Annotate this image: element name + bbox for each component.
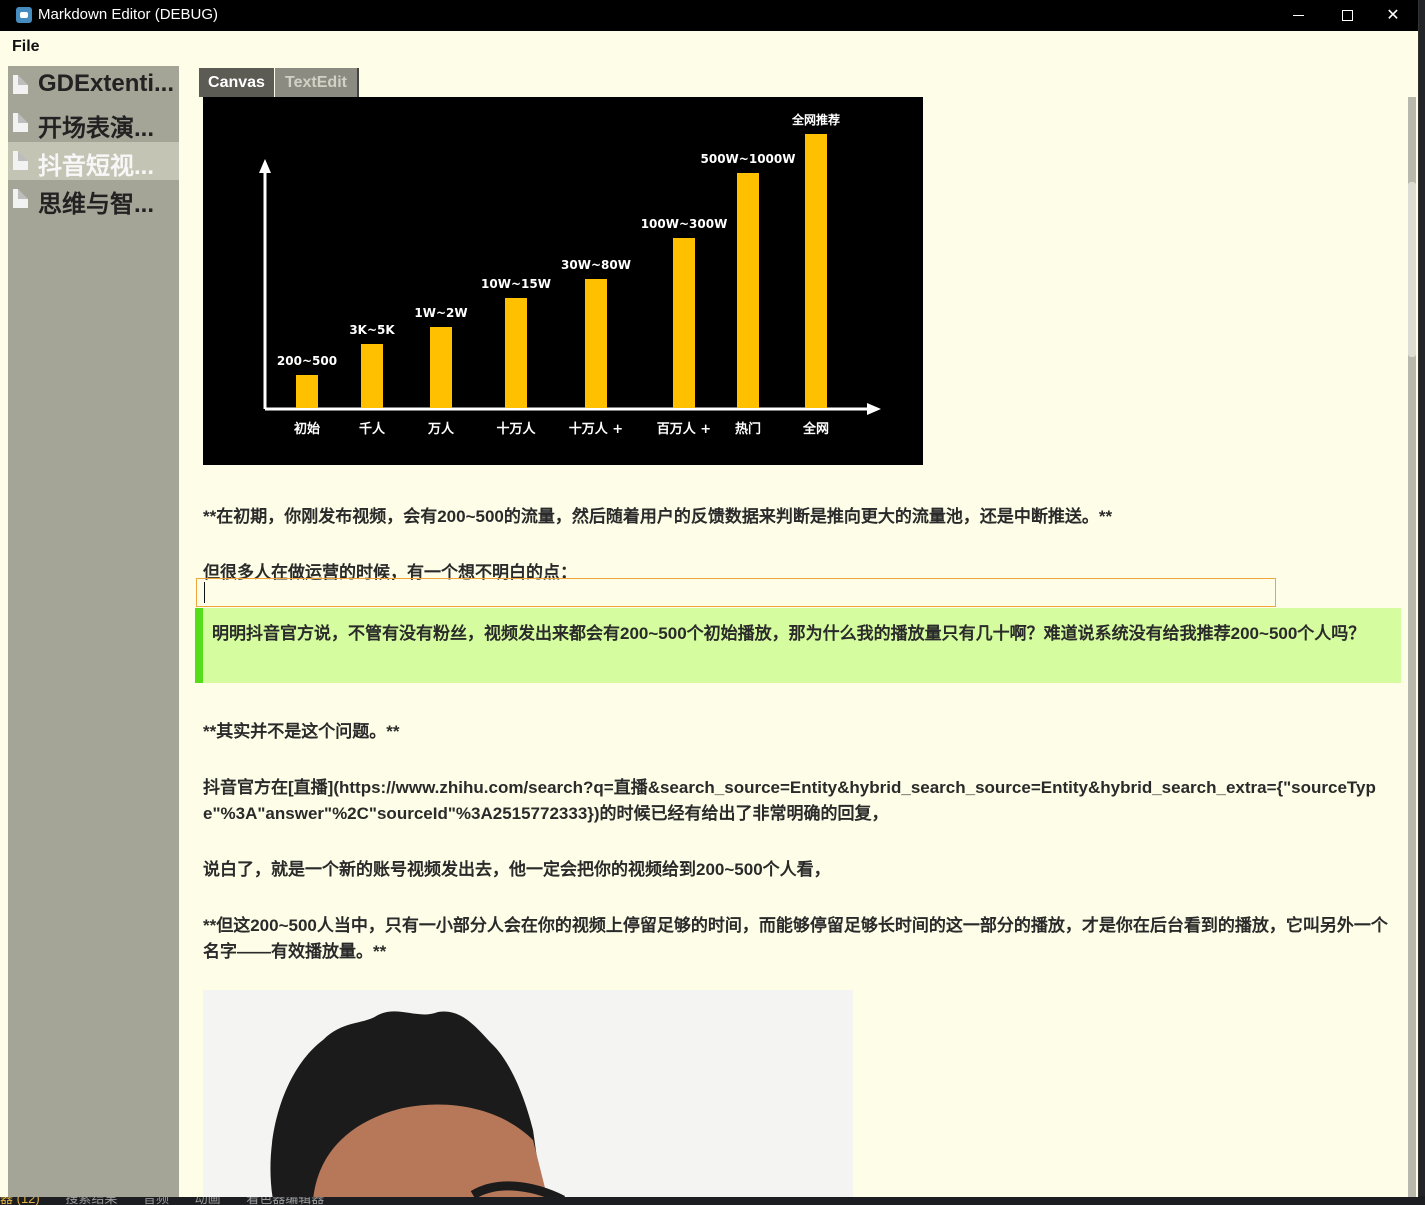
blockquote-text: 明明抖音官方说，不管有没有粉丝，视频发出来都会有200~500个初始播放，那为什… — [212, 624, 1366, 643]
traffic-pool-chart: 200~500 初始 3K~5K 千人 1W~2W 万人 10W~15W 十万人 30W~80W… — [203, 97, 923, 465]
paragraph: **其实并不是这个问题。** — [203, 722, 400, 741]
file-label: 开场表演... — [38, 115, 155, 142]
markdown-canvas[interactable]: 200~500 初始 3K~5K 千人 1W~2W 万人 10W~15W 十万人 30W~80W… — [179, 97, 1405, 1197]
bar-data-label: 500W~1000W — [701, 152, 796, 166]
chart-bar — [361, 344, 383, 408]
bar-data-label: 1W~2W — [414, 306, 467, 320]
chart-svg: 200~500 初始 3K~5K 千人 1W~2W 万人 10W~15W 十万人 30W~80W… — [259, 112, 881, 437]
menu-file[interactable]: File — [12, 38, 40, 56]
chart-bar — [673, 238, 695, 408]
x-tick-label: 十万人 + — [569, 421, 623, 437]
menu-bar: File — [0, 31, 1418, 63]
file-label: GDExtenti... — [38, 70, 175, 97]
y-axis-arrow — [259, 159, 271, 173]
x-tick-label: 十万人 — [496, 421, 536, 437]
tab-canvas[interactable]: Canvas — [199, 68, 274, 97]
file-label: 抖音短视... — [38, 153, 155, 180]
taskbar-item[interactable]: 着色器编辑器 — [246, 1196, 324, 1205]
chart-bar — [737, 173, 759, 408]
vertical-scrollbar[interactable] — [1408, 97, 1416, 1197]
taskbar-item[interactable]: 音频 — [143, 1196, 169, 1205]
chart-bar — [430, 327, 452, 408]
paragraph: 抖音官方在[直播](https://www.zhihu.com/search?q… — [203, 778, 1376, 823]
paragraph: 说白了，就是一个新的账号视频发出去，他一定会把你的视频给到200~500个人看， — [203, 860, 831, 879]
godot-app-icon — [16, 7, 32, 23]
window-title: Markdown Editor (DEBUG) — [38, 6, 219, 23]
chart-bar — [585, 279, 607, 408]
taskbar-item[interactable]: 动画 — [195, 1196, 221, 1205]
file-item[interactable]: GDExtenti... — [8, 66, 179, 104]
file-label: 思维与智... — [38, 191, 155, 218]
x-tick-label: 全网 — [802, 421, 829, 437]
cartoon-portrait-image — [203, 990, 853, 1197]
x-tick-label: 初始 — [294, 421, 320, 437]
editing-line-cursor[interactable] — [196, 578, 1276, 607]
file-icon — [13, 113, 28, 132]
file-item[interactable]: 思维与智... — [8, 180, 179, 218]
paragraph: 但很多人在做运营的时候，有一个想不明白的点： — [203, 563, 577, 580]
chart-bar — [805, 134, 827, 408]
bar-data-label: 30W~80W — [561, 258, 631, 272]
file-icon — [13, 189, 28, 208]
file-item-selected[interactable]: 抖音短视... — [8, 142, 179, 180]
x-tick-label: 千人 — [359, 421, 386, 437]
bar-data-label: 3K~5K — [349, 323, 395, 337]
bar-data-label: 100W~300W — [641, 217, 728, 231]
x-tick-label: 百万人 + — [657, 421, 711, 437]
bar-data-label: 全网推荐 — [791, 112, 840, 127]
taskbar-item[interactable]: 搜索结果 — [65, 1196, 117, 1205]
file-icon — [13, 75, 28, 94]
file-list-sidebar: GDExtenti... 开场表演... 抖音短视... 思维与智... — [8, 66, 179, 1197]
bar-data-label: 10W~15W — [481, 277, 551, 291]
title-bar[interactable]: Markdown Editor (DEBUG) ✕ — [0, 0, 1418, 31]
chart-bar — [505, 298, 527, 408]
blockquote: 明明抖音官方说，不管有没有粉丝，视频发出来都会有200~500个初始播放，那为什… — [195, 608, 1401, 683]
maximize-button[interactable] — [1324, 0, 1370, 31]
minimize-button[interactable] — [1276, 0, 1322, 31]
file-icon — [13, 151, 28, 170]
scrollbar-thumb[interactable] — [1408, 182, 1416, 357]
app-window: Markdown Editor (DEBUG) ✕ File GDExtenti… — [0, 0, 1419, 1197]
background-taskbar: 器 (12) 搜索结果 音频 动画 着色器编辑器 — [0, 1196, 1425, 1205]
chart-bar — [296, 375, 318, 408]
paragraph: **在初期，你刚发布视频，会有200~500的流量，然后随着用户的反馈数据来判断… — [203, 507, 1113, 526]
taskbar-item[interactable]: 器 (12) — [0, 1196, 40, 1205]
bar-data-label: 200~500 — [277, 354, 337, 368]
file-item[interactable]: 开场表演... — [8, 104, 179, 142]
x-axis-arrow — [867, 403, 881, 415]
close-button[interactable]: ✕ — [1370, 0, 1416, 31]
x-tick-label: 热门 — [735, 421, 761, 437]
paragraph: **但这200~500人当中，只有一小部分人会在你的视频上停留足够的时间，而能够… — [203, 916, 1388, 961]
tab-textedit[interactable]: TextEdit — [275, 68, 359, 97]
x-tick-label: 万人 — [427, 421, 455, 437]
